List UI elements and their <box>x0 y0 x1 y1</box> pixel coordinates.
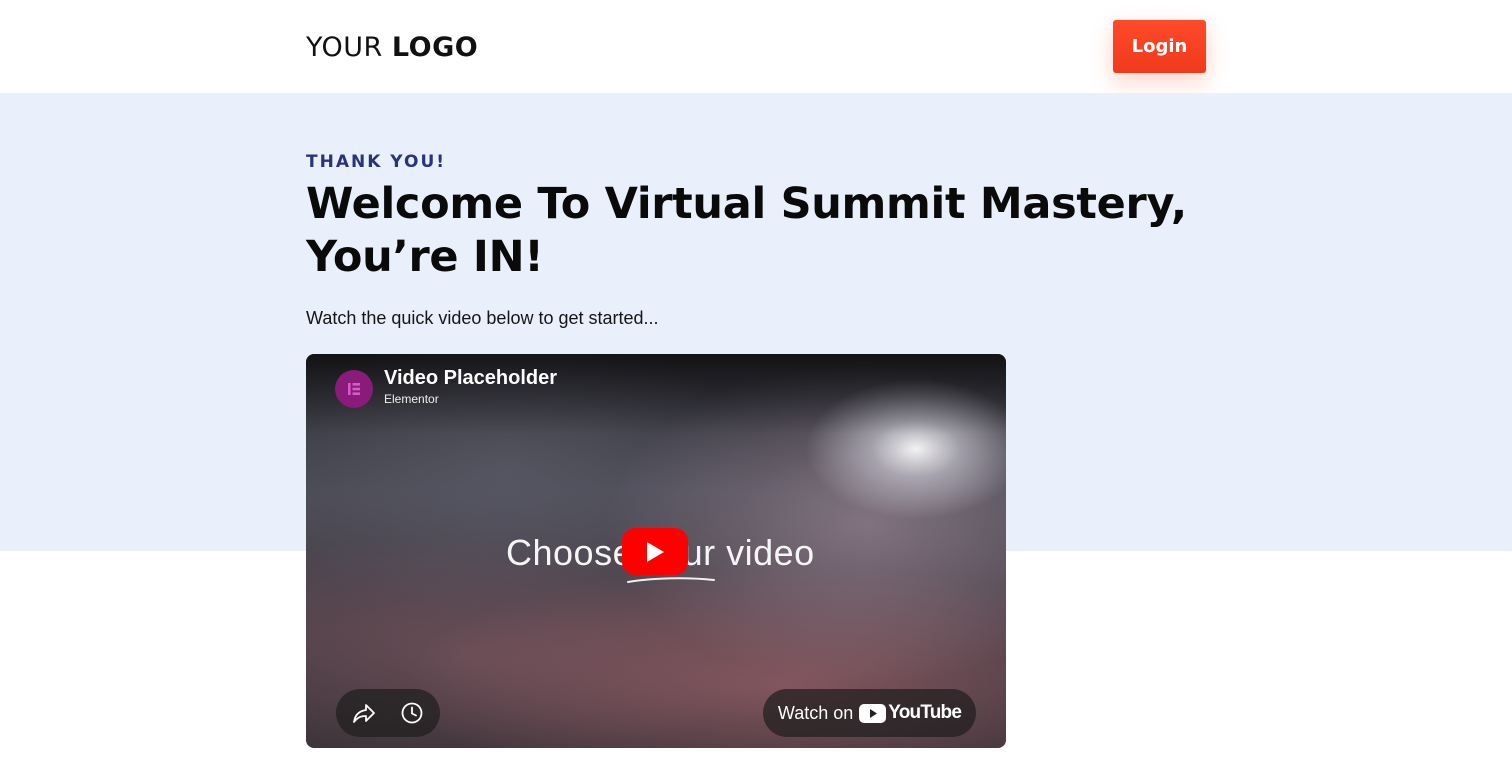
share-button[interactable] <box>338 689 390 737</box>
play-button[interactable] <box>622 528 688 575</box>
page-title: Welcome To Virtual Summit Mastery, You’r… <box>306 179 1187 282</box>
youtube-wordmark: YouTube <box>888 702 962 723</box>
video-embed[interactable]: Video Placeholder Elementor Choose your … <box>306 354 1006 748</box>
site-logo[interactable]: YOUR LOGO <box>306 33 478 63</box>
logo-text-bold: LOGO <box>391 32 479 63</box>
eyebrow-text: THANK YOU! <box>306 152 447 172</box>
youtube-logo: YouTube <box>859 702 962 724</box>
youtube-icon <box>859 703 887 723</box>
video-controls <box>336 689 440 737</box>
logo-text-light: YOUR <box>306 32 392 63</box>
video-title[interactable]: Video Placeholder <box>384 367 557 390</box>
login-button[interactable]: Login <box>1113 20 1206 73</box>
clock-icon <box>401 702 423 724</box>
underline-stroke-icon <box>627 577 715 583</box>
elementor-icon[interactable] <box>335 370 373 408</box>
share-icon <box>353 704 375 723</box>
watch-later-button[interactable] <box>386 689 438 737</box>
play-icon <box>647 541 664 562</box>
video-channel-name[interactable]: Elementor <box>384 392 439 406</box>
watch-on-label: Watch on <box>777 702 854 723</box>
intro-text: Watch the quick video below to get start… <box>306 308 659 328</box>
site-header: YOUR LOGO Login <box>0 0 1512 93</box>
watch-on-youtube-button[interactable]: Watch on YouTube <box>763 689 976 737</box>
